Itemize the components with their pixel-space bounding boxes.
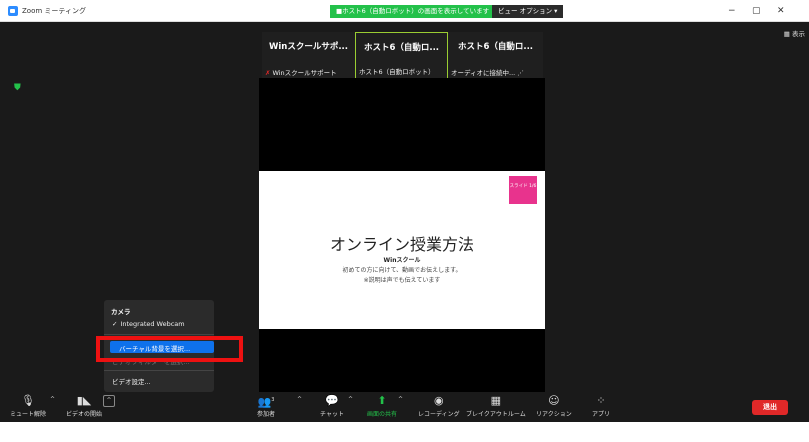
start-video-button[interactable]: ▮◣ ビデオの開始 <box>66 394 102 418</box>
slide-note: ※説明は声でも伝えています <box>363 277 441 284</box>
share-screen-icon: ⬆ <box>377 394 387 407</box>
title-bar: Zoom ミーティング ■ホスト6（自動ロボット）の画面を表示しています ビュー… <box>0 0 809 22</box>
slide-title: オンライン授業方法 <box>329 235 474 254</box>
mic-off-icon: ✗ <box>265 69 271 77</box>
participant-name: ホスト6（自動ロ... <box>363 43 440 53</box>
minimize-button[interactable]: − <box>728 4 736 18</box>
camera-option-webcam[interactable]: ✓ Integrated Webcam <box>112 320 185 328</box>
close-button[interactable]: ✕ <box>777 4 785 18</box>
slide-text: 初めての方に向けて、動画でお伝えします。 <box>342 267 462 274</box>
window-bottom-edge <box>0 422 809 442</box>
slide-tag: スライド 1/6 <box>509 176 537 204</box>
menu-divider <box>104 334 214 335</box>
slide-subtitle: Winスクール <box>383 257 421 264</box>
shield-icon[interactable]: ⛊ <box>14 84 22 93</box>
apps-button[interactable]: ⁘ アプリ <box>592 394 610 418</box>
check-icon: ✓ <box>112 320 118 328</box>
participant-tile[interactable]: Winスクールサポ... ✗ Winスクールサポート <box>262 32 355 79</box>
highlight-annotation <box>96 336 243 362</box>
reactions-button[interactable]: ☺ リアクション <box>536 394 572 418</box>
camera-menu-header: カメラ <box>111 308 131 316</box>
apps-label: アプリ <box>592 411 611 418</box>
share-screen-button[interactable]: ⬆ 画面の共有 <box>367 394 397 418</box>
chevron-up-icon[interactable]: ^ <box>348 396 353 403</box>
view-options-button[interactable]: ビュー オプション ▾ <box>492 5 564 18</box>
shared-screen[interactable]: スライド 1/6 オンライン授業方法 Winスクール 初めての方に向けて、動画で… <box>259 78 545 393</box>
participant-tile[interactable]: ホスト6（自動ロ... オーディオに接続中... ⋰ <box>448 32 543 79</box>
participant-tile-active[interactable]: ホスト6（自動ロ... ホスト6（自動ロボット） <box>355 32 448 79</box>
breakout-rooms-label: ブレイクアウトルーム <box>466 411 526 418</box>
chevron-up-icon[interactable]: ^ <box>297 396 302 403</box>
participants-button[interactable]: 👥3 参加者 <box>257 394 275 418</box>
unmute-label: ミュート解除 <box>10 411 47 418</box>
video-off-icon: ▮◣ <box>76 394 92 407</box>
unmute-button[interactable]: 🎙 ミュート解除 <box>10 394 46 418</box>
reactions-icon: ☺ <box>548 394 560 407</box>
view-toggle[interactable]: ▦ 表示 <box>784 28 805 38</box>
chevron-up-icon[interactable]: ^ <box>50 396 55 403</box>
chat-icon: 💬 <box>325 394 339 407</box>
participants-icon: 👥3 <box>257 395 275 409</box>
menu-item-video-settings[interactable]: ビデオ設定... <box>112 376 151 386</box>
app-title-text: Zoom ミーティング <box>22 7 86 15</box>
participant-label-text: Winスクールサポート <box>272 69 337 77</box>
zoom-logo-icon <box>8 6 18 16</box>
chevron-up-icon[interactable]: ^ <box>398 396 403 403</box>
participants-label: 参加者 <box>257 411 276 418</box>
webcam-label: Integrated Webcam <box>120 320 185 328</box>
restore-button[interactable]: ▢ <box>752 4 761 18</box>
share-screen-label: 画面の共有 <box>367 411 398 418</box>
breakout-rooms-button[interactable]: ▦ ブレイクアウトルーム <box>466 394 526 418</box>
record-icon: ◉ <box>433 394 444 407</box>
microphone-muted-icon: 🎙 <box>21 394 35 407</box>
start-video-label: ビデオの開始 <box>66 411 103 418</box>
menu-divider <box>104 370 214 371</box>
apps-icon: ⁘ <box>596 394 606 407</box>
meeting-toolbar: 🎙 ミュート解除 ^ ▮◣ ビデオの開始 👥3 参加者 ^ 💬 チャット ^ ⬆ 画面の共… <box>0 392 809 422</box>
record-label: レコーディング <box>418 411 460 418</box>
chat-button[interactable]: 💬 チャット <box>320 394 344 418</box>
screen-share-banner: ■ホスト6（自動ロボット）の画面を表示しています <box>330 5 496 18</box>
participant-name: Winスクールサポ... <box>268 42 349 52</box>
leave-meeting-button[interactable]: 退出 <box>752 400 788 415</box>
chat-label: チャット <box>320 411 344 418</box>
record-button[interactable]: ◉ レコーディング <box>418 394 460 418</box>
video-options-chevron-up-icon[interactable]: ^ <box>103 395 115 407</box>
breakout-rooms-icon: ▦ <box>490 394 502 407</box>
participant-label: ✗ Winスクールサポート <box>265 67 352 77</box>
participants-count: 3 <box>271 397 275 403</box>
reactions-label: リアクション <box>536 411 572 418</box>
app-title: Zoom ミーティング <box>8 4 86 18</box>
presentation-slide: スライド 1/6 オンライン授業方法 Winスクール 初めての方に向けて、動画で… <box>259 171 545 329</box>
participant-name: ホスト6（自動ロ... <box>457 42 534 52</box>
participant-label: オーディオに接続中... ⋰ <box>451 69 524 77</box>
participant-label: ホスト6（自動ロボット） <box>359 68 435 76</box>
